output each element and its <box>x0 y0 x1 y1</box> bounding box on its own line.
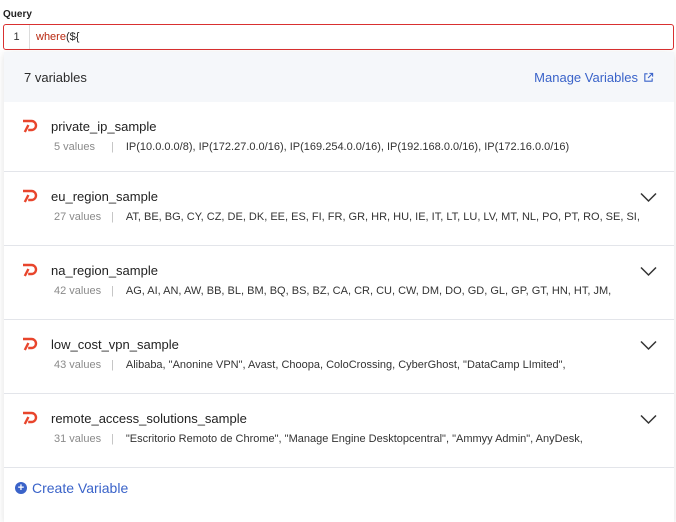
query-keyword: where <box>36 31 66 43</box>
divider: | <box>111 285 114 297</box>
line-number: 1 <box>4 25 30 49</box>
variable-values: "Escritorio Remoto de Chrome", "Manage E… <box>125 433 583 445</box>
divider: | <box>111 359 114 371</box>
variable-meta: 42 values | AG, AI, AN, AW, BB, BL, BM, … <box>54 285 611 297</box>
query-label: Query <box>3 9 32 20</box>
variable-item[interactable]: low_cost_vpn_sample 43 values | Alibaba,… <box>4 320 674 394</box>
variable-icon <box>23 189 38 203</box>
variable-meta: 27 values | AT, BE, BG, CY, CZ, DE, DK, … <box>54 211 640 223</box>
external-link-icon <box>644 72 654 82</box>
create-variable-button[interactable]: + Create Variable <box>15 480 128 496</box>
query-rest: (${ <box>65 31 80 43</box>
variable-icon <box>23 263 38 277</box>
variable-icon <box>23 337 38 351</box>
variable-count: 43 values <box>54 359 102 371</box>
variable-name: eu_region_sample <box>51 189 158 204</box>
variable-name: low_cost_vpn_sample <box>51 337 179 352</box>
query-editor[interactable]: 1 where (${ <box>3 24 674 50</box>
variable-icon <box>23 119 38 133</box>
variable-values: AG, AI, AN, AW, BB, BL, BM, BQ, BS, BZ, … <box>125 285 612 297</box>
variable-icon <box>23 411 38 425</box>
variables-list: private_ip_sample 5 values | IP(10.0.0.0… <box>4 102 674 468</box>
variable-name: private_ip_sample <box>51 119 157 134</box>
create-variable-label: Create Variable <box>32 480 129 496</box>
variable-values: AT, BE, BG, CY, CZ, DE, DK, EE, ES, FI, … <box>125 211 640 223</box>
manage-variables-label: Manage Variables <box>534 69 638 85</box>
chevron-down-icon[interactable] <box>640 340 657 351</box>
manage-variables-link[interactable]: Manage Variables <box>534 70 654 85</box>
divider: | <box>111 141 114 153</box>
variable-meta: 31 values | "Escritorio Remoto de Chrome… <box>54 433 583 445</box>
query-code[interactable]: where (${ <box>30 25 79 49</box>
plus-circle-icon: + <box>15 482 27 494</box>
page: Query 1 where (${ 7 variables Manage Vari… <box>0 0 676 522</box>
chevron-down-icon[interactable] <box>640 414 657 425</box>
chevron-down-icon[interactable] <box>640 192 657 203</box>
divider: | <box>111 433 114 445</box>
variable-meta: 5 values | IP(10.0.0.0/8), IP(172.27.0.0… <box>54 141 569 153</box>
variable-item[interactable]: eu_region_sample 27 values | AT, BE, BG,… <box>4 172 674 246</box>
variable-meta: 43 values | Alibaba, "Anonine VPN", Avas… <box>54 359 566 371</box>
variable-count: 5 values <box>54 141 95 153</box>
variable-name: na_region_sample <box>51 263 158 278</box>
variables-header: 7 variables Manage Variables <box>4 52 674 102</box>
variable-item[interactable]: private_ip_sample 5 values | IP(10.0.0.0… <box>4 102 674 172</box>
variable-count: 31 values <box>54 433 102 445</box>
variable-count: 27 values <box>54 211 102 223</box>
variable-count: 42 values <box>54 285 102 297</box>
chevron-down-icon[interactable] <box>640 266 657 277</box>
variable-item[interactable]: remote_access_solutions_sample 31 values… <box>4 394 674 468</box>
variable-values: Alibaba, "Anonine VPN", Avast, Choopa, C… <box>125 359 566 371</box>
divider: | <box>111 211 114 223</box>
variable-values: IP(10.0.0.0/8), IP(172.27.0.0/16), IP(16… <box>125 141 570 153</box>
variable-item[interactable]: na_region_sample 42 values | AG, AI, AN,… <box>4 246 674 320</box>
variables-count: 7 variables <box>24 69 87 85</box>
variables-dropdown: 7 variables Manage Variables private_ip_… <box>4 52 674 522</box>
variable-name: remote_access_solutions_sample <box>51 411 247 426</box>
